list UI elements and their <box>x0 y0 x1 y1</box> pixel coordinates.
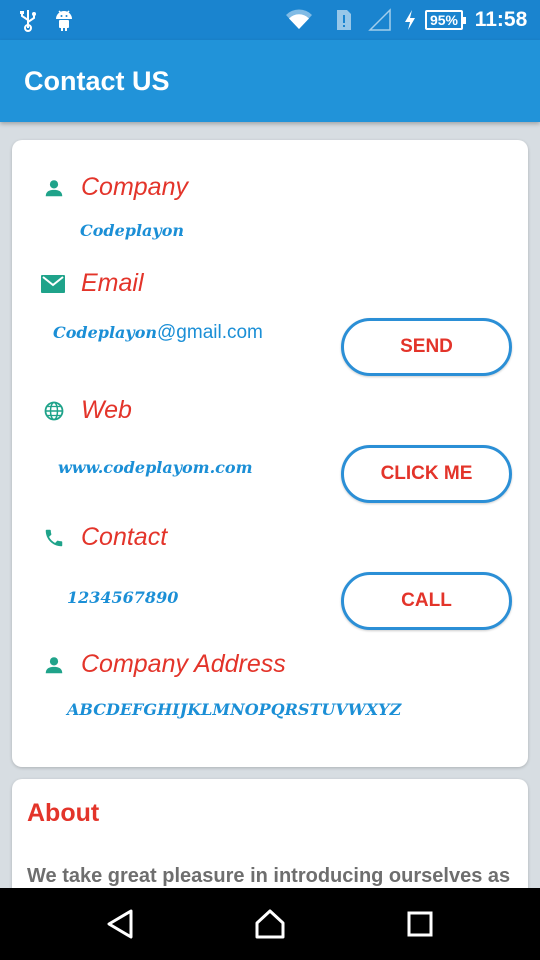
page-title: Contact US <box>24 66 170 96</box>
email-value: Codeplayon@gmail.com <box>53 322 263 344</box>
phone-icon <box>42 526 66 550</box>
battery-percent: 95% <box>424 10 467 30</box>
recents-icon[interactable] <box>375 888 465 960</box>
usb-icon <box>14 0 42 40</box>
person-icon <box>42 176 66 200</box>
about-title: About <box>27 799 100 827</box>
email-label: Email <box>81 269 144 297</box>
about-text: We take great pleasure in introducing ou… <box>27 865 511 887</box>
click-me-button[interactable]: CLICK ME <box>341 445 512 503</box>
person-icon <box>42 653 66 677</box>
signal-icon <box>366 0 394 40</box>
wifi-icon <box>283 0 315 40</box>
web-label: Web <box>81 396 132 424</box>
call-button[interactable]: CALL <box>341 572 512 630</box>
sim-alert-icon <box>332 0 356 40</box>
battery-indicator: 95% <box>422 0 467 40</box>
contact-value: 1234567890 <box>67 588 179 607</box>
back-icon[interactable] <box>75 888 165 960</box>
home-icon[interactable] <box>225 888 315 960</box>
address-value: ABCDEFGHIJKLMNOPQRSTUVWXYZ <box>67 700 402 719</box>
email-value-user: Codeplayon <box>53 323 158 342</box>
email-icon <box>41 272 65 296</box>
status-bar: 95% 11:58 <box>0 0 540 40</box>
app-bar: Contact US <box>0 40 540 122</box>
clock: 11:58 <box>474 8 528 31</box>
company-label: Company <box>81 173 188 201</box>
android-icon <box>50 0 78 40</box>
contact-label: Contact <box>81 523 168 551</box>
contact-card: Company Codeplayon Email Codeplayon@gmai… <box>12 140 528 767</box>
send-button[interactable]: SEND <box>341 318 512 376</box>
company-value: Codeplayon <box>80 221 185 240</box>
web-value: www.codeplayom.com <box>58 458 253 477</box>
address-label: Company Address <box>81 650 286 678</box>
email-value-domain: @gmail.com <box>157 322 263 343</box>
charging-icon <box>401 0 419 40</box>
navigation-bar <box>0 888 540 960</box>
globe-icon <box>42 399 66 423</box>
